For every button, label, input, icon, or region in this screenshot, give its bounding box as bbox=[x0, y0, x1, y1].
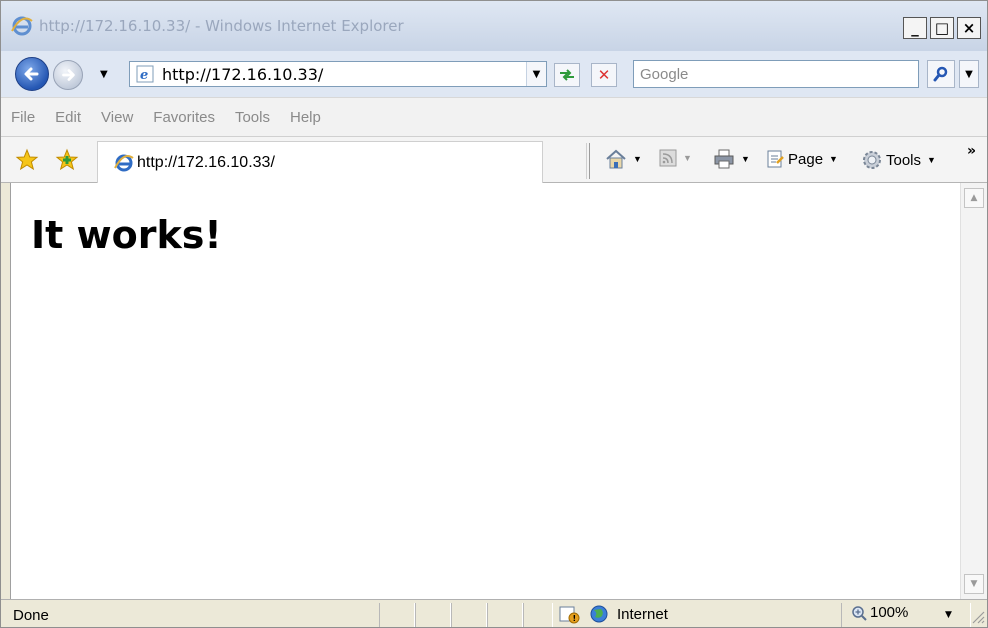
new-tab-button[interactable] bbox=[545, 143, 587, 179]
menu-tools[interactable]: Tools bbox=[235, 109, 270, 126]
search-icon bbox=[933, 66, 948, 82]
page-dropdown-icon[interactable]: ▼ bbox=[829, 154, 838, 164]
address-bar[interactable]: e http://172.16.10.33/ ▼ bbox=[129, 61, 547, 87]
tools-menu-label: Tools bbox=[886, 151, 922, 169]
refresh-icon bbox=[560, 69, 574, 81]
page-menu-label: Page bbox=[788, 150, 824, 168]
status-bar: Done ! Internet 100% ▼ bbox=[1, 599, 987, 627]
page-menu-button[interactable]: Page ▼ bbox=[765, 149, 838, 169]
menu-bar: File Edit View Favorites Tools Help bbox=[1, 97, 987, 137]
recent-pages-dropdown-icon[interactable]: ▼ bbox=[100, 69, 108, 80]
status-panel bbox=[487, 603, 523, 627]
search-input[interactable] bbox=[640, 65, 918, 83]
tab-separator bbox=[589, 143, 590, 179]
menu-favorites[interactable]: Favorites bbox=[153, 109, 215, 126]
tab-label: http://172.16.10.33/ bbox=[137, 153, 275, 171]
print-dropdown-icon[interactable]: ▼ bbox=[741, 154, 750, 164]
minimize-button[interactable]: _ bbox=[903, 17, 927, 39]
navigation-bar: ▼ e http://172.16.10.33/ ▼ ✕ Google ▼ bbox=[1, 51, 987, 97]
zoom-level: 100% bbox=[870, 604, 909, 621]
protected-mode-icon: ! bbox=[559, 606, 580, 624]
address-text[interactable]: http://172.16.10.33/ bbox=[162, 65, 323, 84]
status-panel bbox=[379, 603, 415, 627]
menu-help[interactable]: Help bbox=[290, 109, 321, 126]
page-icon bbox=[767, 150, 784, 168]
page-content: It works! bbox=[10, 183, 960, 599]
close-button[interactable]: × bbox=[957, 17, 981, 39]
search-options-dropdown-icon[interactable]: ▼ bbox=[959, 60, 979, 88]
back-arrow-icon bbox=[24, 67, 39, 81]
zoom-control[interactable]: 100% bbox=[851, 604, 908, 621]
browser-window: http://172.16.10.33/ - Windows Internet … bbox=[0, 0, 988, 628]
forward-button[interactable] bbox=[53, 60, 83, 90]
scroll-down-button[interactable]: ▼ bbox=[964, 574, 984, 594]
status-panel bbox=[415, 603, 451, 627]
gear-icon bbox=[863, 151, 881, 169]
feeds-button[interactable]: ▼ bbox=[659, 149, 692, 167]
home-button[interactable]: ▼ bbox=[605, 149, 642, 169]
status-panel bbox=[451, 603, 487, 627]
forward-arrow-icon bbox=[62, 69, 75, 81]
zone-label: Internet bbox=[617, 605, 668, 623]
ie-logo-icon bbox=[11, 16, 33, 36]
address-dropdown-icon[interactable]: ▼ bbox=[526, 62, 546, 86]
stop-icon: ✕ bbox=[597, 66, 611, 84]
vertical-scrollbar[interactable]: ▲ ▼ bbox=[960, 183, 987, 599]
menu-view[interactable]: View bbox=[101, 109, 133, 126]
security-zone[interactable]: ! Internet bbox=[559, 604, 668, 624]
tools-menu-button[interactable]: Tools ▼ bbox=[861, 149, 936, 171]
zoom-dropdown-icon[interactable]: ▼ bbox=[945, 610, 952, 620]
add-favorites-icon[interactable] bbox=[55, 148, 79, 172]
favorites-bar: http://172.16.10.33/ ▼ ▼ ▼ Page ▼ Tools … bbox=[1, 137, 987, 183]
tab-active[interactable]: http://172.16.10.33/ bbox=[97, 141, 543, 183]
print-button[interactable]: ▼ bbox=[713, 149, 750, 169]
ie-logo-icon bbox=[114, 154, 134, 171]
back-button[interactable] bbox=[15, 57, 49, 91]
resize-grip-icon[interactable] bbox=[969, 608, 985, 624]
ie-page-icon: e bbox=[136, 65, 154, 83]
svg-text:!: ! bbox=[573, 614, 577, 623]
feed-icon bbox=[659, 149, 677, 167]
tools-dropdown-icon[interactable]: ▼ bbox=[927, 155, 936, 165]
title-bar: http://172.16.10.33/ - Windows Internet … bbox=[1, 1, 987, 51]
more-commands-button[interactable]: » bbox=[967, 143, 976, 159]
menu-file[interactable]: File bbox=[11, 109, 35, 126]
page-heading: It works! bbox=[31, 213, 222, 257]
window-title: http://172.16.10.33/ - Windows Internet … bbox=[39, 17, 404, 35]
status-text: Done bbox=[13, 607, 49, 624]
stop-button[interactable]: ✕ bbox=[591, 63, 617, 87]
globe-icon bbox=[590, 605, 608, 623]
home-icon bbox=[606, 149, 626, 169]
print-icon bbox=[714, 149, 734, 169]
feeds-dropdown-icon[interactable]: ▼ bbox=[683, 153, 692, 163]
home-dropdown-icon[interactable]: ▼ bbox=[633, 154, 642, 164]
search-box[interactable] bbox=[633, 60, 919, 88]
zoom-icon bbox=[852, 605, 867, 621]
search-button[interactable] bbox=[927, 60, 955, 88]
status-panel bbox=[523, 603, 553, 627]
maximize-button[interactable]: □ bbox=[930, 17, 954, 39]
svg-text:e: e bbox=[140, 68, 148, 83]
refresh-button[interactable] bbox=[554, 63, 580, 87]
menu-edit[interactable]: Edit bbox=[55, 109, 81, 126]
scroll-up-button[interactable]: ▲ bbox=[964, 188, 984, 208]
favorites-star-icon[interactable] bbox=[15, 148, 39, 172]
